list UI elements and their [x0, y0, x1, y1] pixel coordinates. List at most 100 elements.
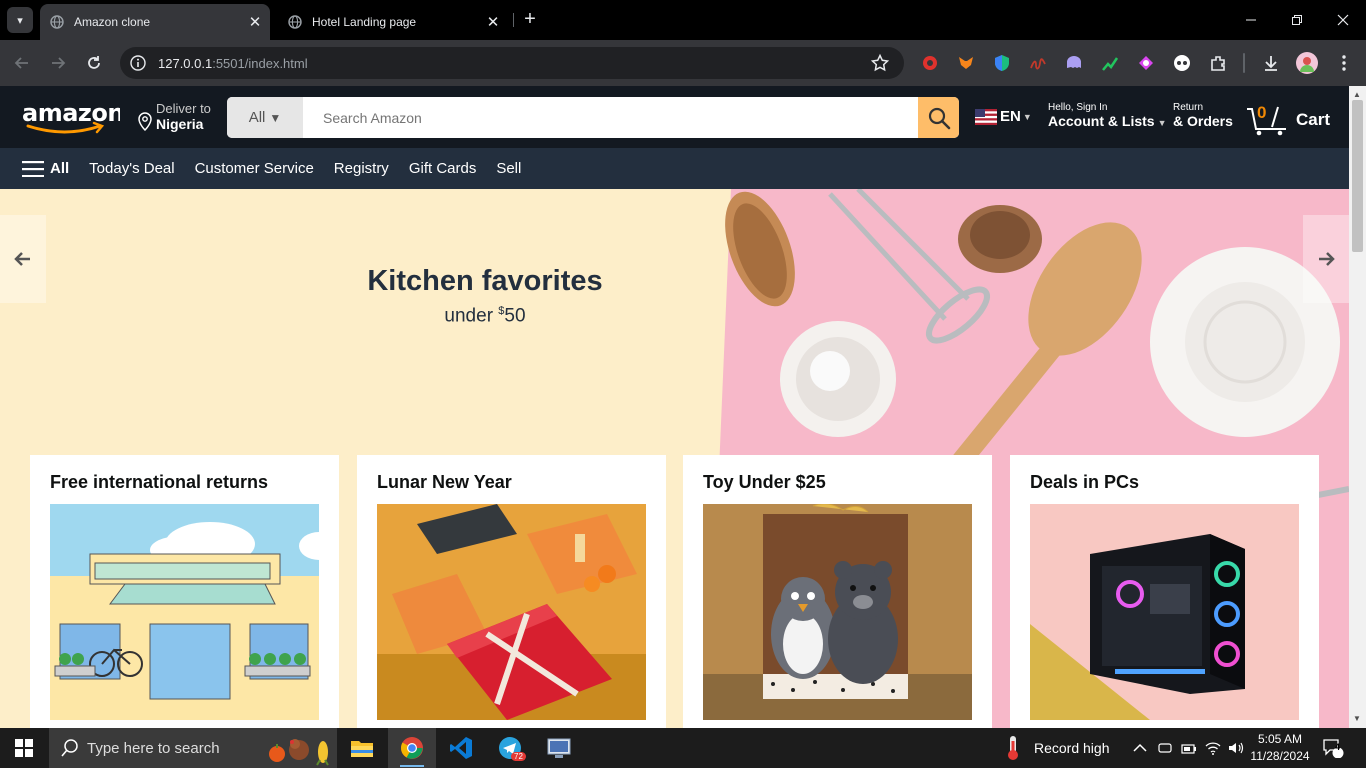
close-window-button[interactable]: [1320, 0, 1366, 40]
gamepad-extension-icon[interactable]: [1171, 52, 1193, 74]
weather-widget[interactable]: Record high: [1004, 728, 1110, 768]
card-deals-in-pcs[interactable]: Deals in PCs: [1010, 455, 1319, 728]
thermometer-icon: [1008, 736, 1018, 760]
globe-icon: [288, 15, 302, 29]
search-category-label: All: [248, 109, 266, 126]
new-tab-button[interactable]: +: [518, 8, 542, 32]
deliver-to[interactable]: Deliver to Nigeria: [137, 101, 211, 132]
minimize-button[interactable]: [1228, 0, 1274, 40]
downloads-icon[interactable]: [1260, 52, 1282, 74]
volume-icon[interactable]: [1228, 728, 1244, 768]
profile-avatar[interactable]: [1296, 52, 1318, 74]
scroll-down-arrow-icon[interactable]: ▼: [1353, 714, 1361, 723]
notification-center[interactable]: 4: [1322, 728, 1344, 768]
browser-toolbar: 127.0.0.1:5501/index.html: [0, 40, 1366, 86]
address-bar[interactable]: 127.0.0.1:5501/index.html: [120, 47, 904, 79]
tab-search-button[interactable]: ▾: [7, 7, 33, 33]
browser-tab-strip: ▾ Amazon clone ✕ Hotel Landing page ✕ +: [0, 0, 1366, 40]
search-icon: [61, 739, 78, 757]
vscode-app[interactable]: [437, 728, 485, 768]
file-explorer-app[interactable]: [338, 728, 386, 768]
reload-button[interactable]: [82, 51, 106, 75]
notification-count: 4: [1335, 742, 1341, 752]
subnav-gift-cards[interactable]: Gift Cards: [409, 160, 477, 177]
forward-button[interactable]: [46, 51, 70, 75]
location-pin-icon: [138, 112, 152, 132]
returns-label: Return: [1173, 102, 1204, 113]
weather-text: Record high: [1034, 740, 1110, 756]
bookmark-star-icon[interactable]: [870, 53, 890, 73]
hero-amount: 50: [504, 305, 526, 327]
language-selector[interactable]: EN ▼: [975, 108, 1032, 125]
site-info-icon[interactable]: [130, 55, 146, 71]
deliver-country: Nigeria: [156, 116, 204, 132]
clock-date: 11/28/2024: [1250, 749, 1310, 763]
tab-hotel-landing[interactable]: Hotel Landing page ✕: [278, 4, 508, 40]
restore-button[interactable]: [1274, 0, 1320, 40]
chrome-app[interactable]: [388, 728, 436, 768]
shield-extension-icon[interactable]: [991, 52, 1013, 74]
amazon-subnav: All Today's Deal Customer Service Regist…: [0, 148, 1349, 189]
search-category-select[interactable]: All ▼: [227, 97, 303, 138]
returns-orders[interactable]: Return & Orders: [1173, 102, 1233, 129]
tab-divider: [513, 13, 514, 27]
deliver-label: Deliver to: [156, 101, 211, 116]
amazon-logo[interactable]: amazon: [20, 96, 124, 136]
taskbar-search-box[interactable]: Type here to search: [49, 728, 337, 768]
close-tab-icon[interactable]: ✕: [244, 13, 266, 31]
card-lunar-new-year[interactable]: Lunar New Year: [357, 455, 666, 728]
account-lists[interactable]: Hello, Sign In Account & Lists ▼: [1048, 102, 1167, 129]
show-hidden-icons[interactable]: [1133, 728, 1147, 768]
subnav-todays-deal[interactable]: Today's Deal: [89, 160, 174, 177]
diamond-extension-icon[interactable]: [1135, 52, 1157, 74]
url-host: 127.0.0.1: [158, 55, 213, 71]
scrollbar-thumb[interactable]: [1352, 100, 1363, 252]
account-label: Account & Lists: [1048, 113, 1155, 129]
card-toy-under-25[interactable]: Toy Under $25: [683, 455, 992, 728]
subnav-customer-service[interactable]: Customer Service: [195, 160, 314, 177]
battery-icon[interactable]: [1181, 728, 1197, 768]
telegram-app[interactable]: 72: [486, 728, 534, 768]
caret-down-icon: ▼: [1022, 111, 1032, 122]
carousel-next-button[interactable]: [1303, 215, 1349, 303]
extension-red-icon[interactable]: [919, 52, 941, 74]
monitor-icon: [547, 738, 571, 758]
tab-amazon-clone[interactable]: Amazon clone ✕: [40, 4, 270, 40]
globe-icon: [50, 15, 64, 29]
ghost-extension-icon[interactable]: [1063, 52, 1085, 74]
telegram-badge: 72: [511, 752, 526, 761]
search-input[interactable]: [303, 97, 918, 138]
search-button[interactable]: [918, 97, 959, 138]
meet-now-icon[interactable]: [1158, 728, 1172, 768]
page-scrollbar[interactable]: ▲ ▼: [1349, 86, 1366, 728]
hero-subtitle: under $50: [310, 305, 660, 327]
language-code: EN: [1000, 108, 1021, 125]
metamask-fox-icon[interactable]: [955, 52, 977, 74]
caret-down-icon: ▼: [269, 110, 282, 125]
taskbar-clock[interactable]: 5:05 AM 11/28/2024: [1250, 731, 1310, 765]
subnav-sell[interactable]: Sell: [496, 160, 521, 177]
wifi-icon[interactable]: [1205, 728, 1221, 768]
cart-button[interactable]: 0 Cart: [1245, 103, 1330, 137]
close-tab-icon[interactable]: ✕: [482, 13, 504, 31]
remote-desktop-app[interactable]: [535, 728, 583, 768]
carousel-prev-button[interactable]: [0, 215, 46, 303]
windows-logo-icon: [15, 739, 33, 757]
signature-extension-icon[interactable]: [1027, 52, 1049, 74]
arrow-right-icon: [1319, 252, 1335, 266]
subnav-all[interactable]: All: [50, 160, 69, 177]
card-free-returns[interactable]: Free international returns: [30, 455, 339, 728]
start-button[interactable]: [0, 728, 48, 768]
chart-extension-icon[interactable]: [1099, 52, 1121, 74]
extensions-puzzle-icon[interactable]: [1207, 52, 1229, 74]
back-button[interactable]: [10, 51, 34, 75]
card-title: Toy Under $25: [703, 472, 826, 492]
thanksgiving-icon: [269, 739, 329, 766]
browser-menu-icon[interactable]: [1333, 52, 1355, 74]
scroll-up-arrow-icon[interactable]: ▲: [1353, 90, 1361, 99]
folder-icon: [351, 741, 373, 757]
storefront-illustration: [50, 504, 319, 720]
gift-box-image: [377, 504, 646, 720]
hamburger-menu-icon[interactable]: [22, 160, 44, 177]
subnav-registry[interactable]: Registry: [334, 160, 389, 177]
